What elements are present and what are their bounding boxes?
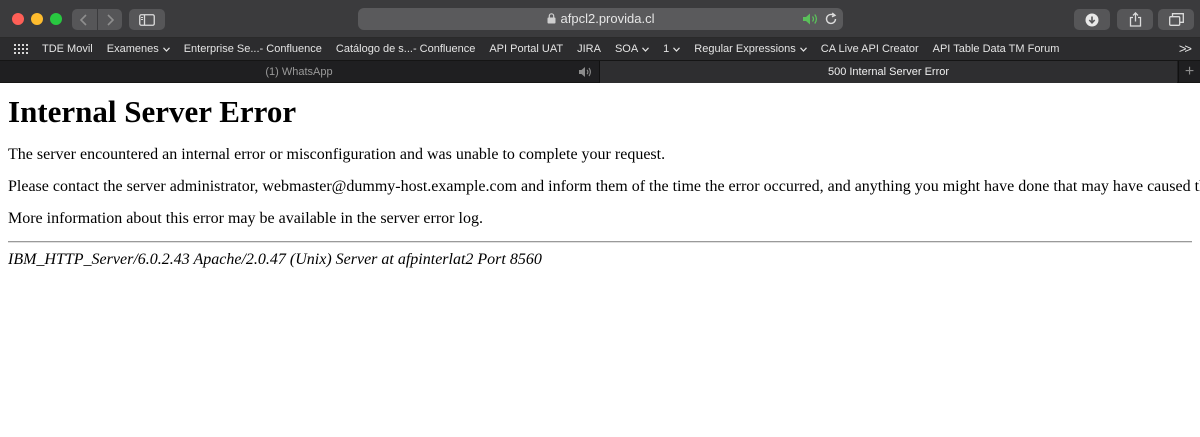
lock-icon — [547, 13, 556, 24]
chevron-left-icon — [80, 13, 87, 26]
bookmark-label: CA Live API Creator — [820, 43, 919, 55]
page-title: Internal Server Error — [8, 94, 297, 129]
bookmark-label: 1 — [663, 43, 670, 55]
address-bar[interactable]: afpcl2.provida.cl — [358, 8, 843, 30]
forward-button[interactable] — [96, 9, 123, 30]
bookmark-item[interactable]: CA Live API Creator — [821, 43, 919, 55]
reload-icon[interactable] — [824, 12, 838, 26]
new-tab-button[interactable]: + — [1178, 61, 1200, 83]
bookmark-item[interactable]: 1 — [663, 43, 681, 55]
chevron-down-icon — [673, 46, 681, 52]
back-button[interactable] — [72, 9, 97, 30]
downloads-button[interactable] — [1074, 9, 1110, 30]
bookmark-label: Examenes — [106, 43, 159, 55]
bookmark-item[interactable]: Examenes — [107, 43, 170, 55]
bookmark-label: API Table Data TM Forum — [932, 43, 1060, 55]
bookmark-item[interactable]: TDE Movil — [42, 43, 93, 55]
navigation-buttons — [72, 9, 122, 30]
bookmark-label: SOA — [614, 43, 639, 55]
page-content: Internal Server Error The server encount… — [0, 84, 1200, 437]
chevron-right-icon — [107, 13, 114, 26]
bookmark-label: API Portal UAT — [489, 43, 564, 55]
bookmarks-bar: TDE Movil Examenes Enterprise Se...- Confl… — [0, 38, 1200, 60]
bookmark-label: TDE Movil — [42, 43, 93, 55]
url-display: afpcl2.provida.cl — [358, 8, 843, 30]
bookmark-list: TDE Movil Examenes Enterprise Se...- Confl… — [42, 43, 1073, 55]
sidebar-icon — [139, 13, 155, 26]
grid-icon[interactable] — [14, 44, 28, 54]
tab-overview-button[interactable] — [1158, 9, 1194, 30]
share-icon — [1129, 12, 1141, 27]
server-signature: IBM_HTTP_Server/6.0.2.43 Apache/2.0.47 (… — [8, 251, 542, 268]
bookmarks-overflow-button[interactable]: >> — [1179, 38, 1192, 60]
bookmark-item[interactable]: Regular Expressions — [694, 43, 807, 55]
bookmark-item[interactable]: JIRA — [577, 43, 601, 55]
bookmark-label: Enterprise Se...- Confluence — [183, 43, 322, 55]
bookmark-item[interactable]: SOA — [614, 43, 650, 55]
bookmark-label: JIRA — [577, 43, 601, 55]
bookmark-label: Catálogo de s...- Confluence — [335, 43, 476, 55]
contact-admin-text: Please contact the server administrator,… — [8, 178, 1200, 195]
download-icon — [1085, 13, 1099, 26]
audio-icon[interactable] — [578, 66, 594, 78]
zoom-window-button[interactable] — [50, 13, 62, 25]
tab-title: 500 Internal Server Error — [827, 66, 950, 78]
minimize-window-button[interactable] — [31, 13, 43, 25]
error-log-note: More information about this error may be… — [8, 210, 483, 227]
close-window-button[interactable] — [12, 13, 24, 25]
bookmark-item[interactable]: Catálogo de s...- Confluence — [336, 43, 475, 55]
browser-toolbar: afpcl2.provida.cl — [0, 0, 1200, 38]
chevron-down-icon — [642, 46, 650, 52]
show-sidebar-button[interactable] — [129, 9, 165, 30]
share-button[interactable] — [1117, 9, 1153, 30]
divider — [8, 241, 1192, 243]
tab-overview-icon — [1168, 13, 1184, 26]
url-text: afpcl2.provida.cl — [560, 11, 655, 26]
bookmark-label: Regular Expressions — [694, 43, 796, 55]
tab-whatsapp[interactable]: (1) WhatsApp — [0, 61, 598, 83]
bookmark-item[interactable]: API Table Data TM Forum — [933, 43, 1060, 55]
audio-playing-icon[interactable] — [802, 12, 820, 26]
tab-bar: (1) WhatsApp 500 Internal Server Error + — [0, 60, 1200, 83]
chevron-down-icon — [799, 46, 807, 52]
tab-internal-server-error[interactable]: 500 Internal Server Error — [599, 61, 1177, 83]
tab-title: (1) WhatsApp — [265, 66, 333, 78]
chevron-down-icon — [162, 46, 170, 52]
error-description: The server encountered an internal error… — [8, 146, 666, 163]
bookmark-item[interactable]: Enterprise Se...- Confluence — [184, 43, 322, 55]
bookmark-item[interactable]: API Portal UAT — [489, 43, 563, 55]
